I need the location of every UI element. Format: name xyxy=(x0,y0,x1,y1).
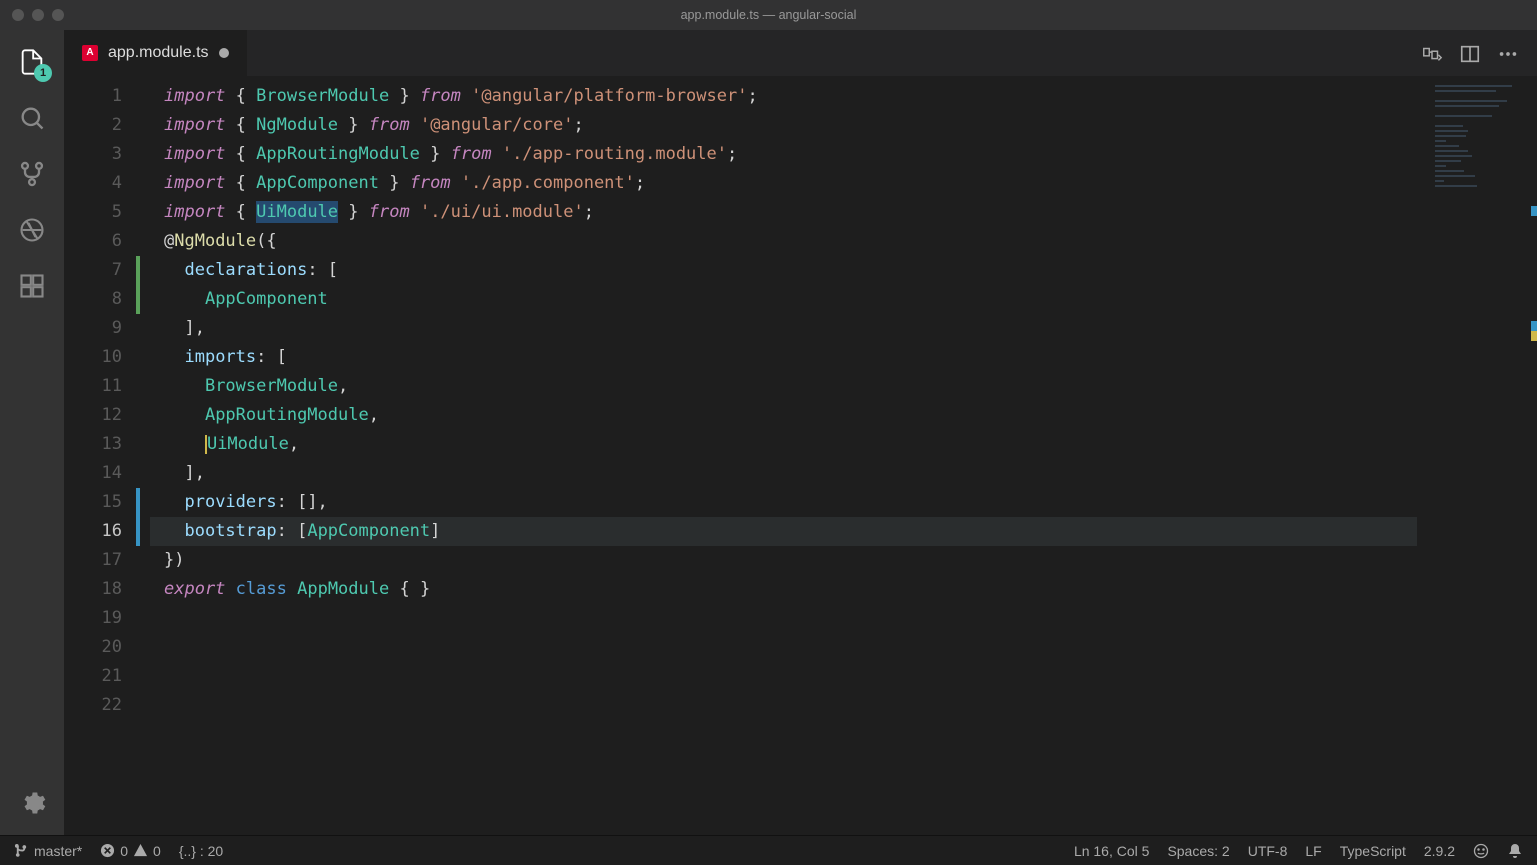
code-line[interactable]: imports: [ xyxy=(164,343,1417,372)
split-editor-icon[interactable] xyxy=(1459,43,1479,63)
line-number: 14 xyxy=(64,459,150,488)
editor-actions xyxy=(1421,30,1537,76)
line-number: 9 xyxy=(64,314,150,343)
code-line[interactable]: AppRoutingModule, xyxy=(164,401,1417,430)
indentation[interactable]: Spaces: 2 xyxy=(1167,843,1229,859)
window-title: app.module.ts — angular-social xyxy=(681,8,857,22)
line-number: 1 xyxy=(64,82,150,111)
tab-dirty-indicator-icon xyxy=(219,48,229,58)
code-line[interactable]: import { UiModule } from './ui/ui.module… xyxy=(164,198,1417,227)
line-number: 17 xyxy=(64,546,150,575)
line-number: 6 xyxy=(64,227,150,256)
debug-icon[interactable] xyxy=(18,216,46,244)
line-number: 4 xyxy=(64,169,150,198)
code-line[interactable]: import { NgModule } from '@angular/core'… xyxy=(164,111,1417,140)
branch-name: master* xyxy=(34,843,82,859)
line-number: 5 xyxy=(64,198,150,227)
line-number: 11 xyxy=(64,372,150,401)
code-line[interactable]: declarations: [ xyxy=(164,256,1417,285)
code-line[interactable]: export class AppModule { } xyxy=(164,575,1417,604)
ts-version[interactable]: 2.9.2 xyxy=(1424,843,1455,859)
line-number: 19 xyxy=(64,604,150,633)
code-line[interactable]: bootstrap: [AppComponent] xyxy=(164,517,1417,546)
maximize-window-icon[interactable] xyxy=(52,9,64,21)
code-line[interactable]: }) xyxy=(164,546,1417,575)
search-icon[interactable] xyxy=(18,104,46,132)
git-branch[interactable]: master* xyxy=(14,843,82,859)
problems[interactable]: 0 0 xyxy=(100,843,161,859)
code-line[interactable]: import { BrowserModule } from '@angular/… xyxy=(164,82,1417,111)
code-line[interactable]: providers: [], xyxy=(164,488,1417,517)
encoding[interactable]: UTF-8 xyxy=(1248,843,1288,859)
activity-bar: 1 xyxy=(0,30,64,835)
error-count: 0 xyxy=(120,843,128,859)
settings-gear-icon[interactable] xyxy=(18,789,46,817)
tab-app-module[interactable]: A app.module.ts xyxy=(64,30,247,76)
titlebar: app.module.ts — angular-social xyxy=(0,0,1537,30)
editor[interactable]: 12345678910111213141516171819202122 impo… xyxy=(64,76,1537,835)
code-area[interactable]: import { BrowserModule } from '@angular/… xyxy=(164,82,1417,604)
explorer-badge: 1 xyxy=(34,64,52,82)
line-number: 3 xyxy=(64,140,150,169)
tab-filename: app.module.ts xyxy=(108,44,209,62)
window-controls[interactable] xyxy=(0,9,64,21)
warning-count: 0 xyxy=(153,843,161,859)
minimap[interactable] xyxy=(1427,76,1537,835)
feedback-icon[interactable] xyxy=(1473,843,1489,859)
code-line[interactable]: ], xyxy=(164,314,1417,343)
gutter-change-marker xyxy=(136,256,140,314)
source-control-icon[interactable] xyxy=(18,160,46,188)
line-number: 13 xyxy=(64,430,150,459)
extensions-icon[interactable] xyxy=(18,272,46,300)
code-line[interactable]: import { AppRoutingModule } from './app-… xyxy=(164,140,1417,169)
line-number: 21 xyxy=(64,662,150,691)
eol[interactable]: LF xyxy=(1305,843,1321,859)
compare-changes-icon[interactable] xyxy=(1421,43,1441,63)
code-line[interactable]: AppComponent xyxy=(164,285,1417,314)
code-line[interactable]: @NgModule({ xyxy=(164,227,1417,256)
line-gutter: 12345678910111213141516171819202122 xyxy=(64,82,150,720)
angular-filetype-icon: A xyxy=(82,45,98,61)
code-line[interactable]: BrowserModule, xyxy=(164,372,1417,401)
line-number: 22 xyxy=(64,691,150,720)
notifications-bell-icon[interactable] xyxy=(1507,843,1523,859)
line-number: 10 xyxy=(64,343,150,372)
gutter-change-marker xyxy=(136,488,140,546)
status-bar: master* 0 0 {..} : 20 Ln 16, Col 5 Space… xyxy=(0,835,1537,865)
minimize-window-icon[interactable] xyxy=(32,9,44,21)
explorer-icon[interactable]: 1 xyxy=(18,48,46,76)
more-actions-icon[interactable] xyxy=(1497,43,1517,63)
close-window-icon[interactable] xyxy=(12,9,24,21)
cursor-position[interactable]: Ln 16, Col 5 xyxy=(1074,843,1150,859)
line-number: 12 xyxy=(64,401,150,430)
line-number: 2 xyxy=(64,111,150,140)
tab-bar: A app.module.ts xyxy=(64,30,1537,76)
code-line[interactable]: UiModule, xyxy=(164,430,1417,459)
code-line[interactable]: ], xyxy=(164,459,1417,488)
bracket-info[interactable]: {..} : 20 xyxy=(179,843,223,859)
code-line[interactable]: import { AppComponent } from './app.comp… xyxy=(164,169,1417,198)
line-number: 20 xyxy=(64,633,150,662)
language-mode[interactable]: TypeScript xyxy=(1340,843,1406,859)
line-number: 18 xyxy=(64,575,150,604)
